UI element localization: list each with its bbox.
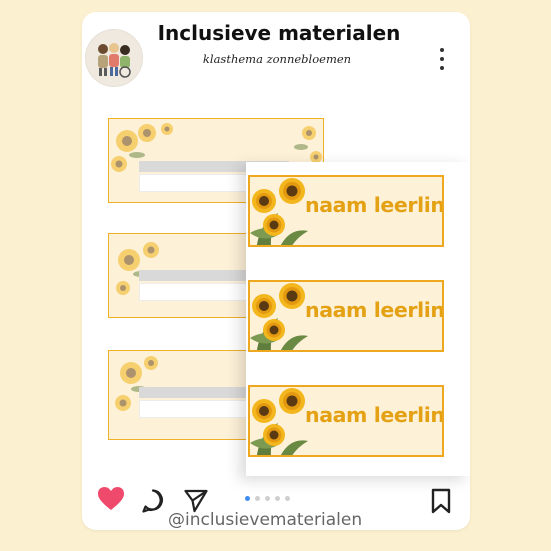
name-label-2: naam leerling xyxy=(248,280,444,352)
bookmark-icon[interactable] xyxy=(430,488,452,514)
post-card: Inclusieve materialen klasthema zonneblo… xyxy=(82,12,470,530)
post-title: Inclusieve materialen xyxy=(157,21,401,45)
name-placeholder-text: naam leerling xyxy=(305,403,444,427)
heart-icon[interactable] xyxy=(97,486,125,512)
name-placeholder-text: naam leerling xyxy=(305,193,444,217)
carousel-indicator xyxy=(245,496,290,501)
profile-avatar[interactable] xyxy=(85,29,143,87)
account-handle[interactable]: @inclusievematerialen xyxy=(168,510,383,530)
name-label-3: naam leerling xyxy=(248,385,444,457)
avatar-illustration-icon xyxy=(98,43,131,78)
name-placeholder-text: naam leerling xyxy=(305,298,444,322)
name-label-1: naam leerling xyxy=(248,175,444,247)
post-subtitle: klasthema zonnebloemen xyxy=(202,52,352,66)
comment-icon[interactable] xyxy=(141,488,167,514)
more-vertical-icon[interactable] xyxy=(434,48,450,70)
